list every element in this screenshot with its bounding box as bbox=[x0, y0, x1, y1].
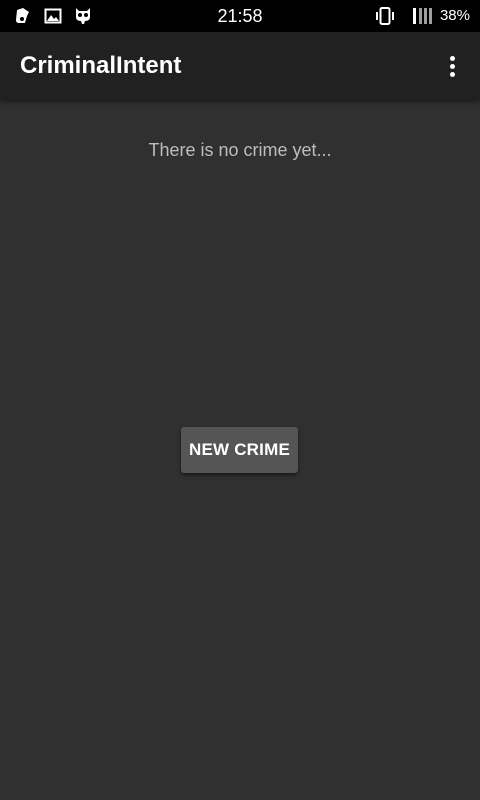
overflow-dot bbox=[449, 71, 455, 77]
status-bar: 21:58 38% bbox=[0, 0, 480, 32]
app-title: CriminalIntent bbox=[20, 52, 182, 79]
battery-percent: 38% bbox=[439, 7, 470, 24]
status-time: 21:58 bbox=[217, 6, 263, 26]
app-screen: 21:58 38% CriminalIntent There is no cri… bbox=[0, 0, 480, 800]
app-bar: CriminalIntent bbox=[0, 32, 480, 100]
more-vert-icon[interactable] bbox=[432, 46, 472, 86]
overflow-dot bbox=[449, 55, 455, 61]
empty-message: There is no crime yet... bbox=[148, 140, 332, 160]
new-crime-button[interactable]: NEW CRIME bbox=[181, 427, 298, 473]
overflow-dot bbox=[449, 63, 455, 69]
vibrate-icon bbox=[376, 7, 394, 25]
signal-icon bbox=[413, 8, 432, 24]
